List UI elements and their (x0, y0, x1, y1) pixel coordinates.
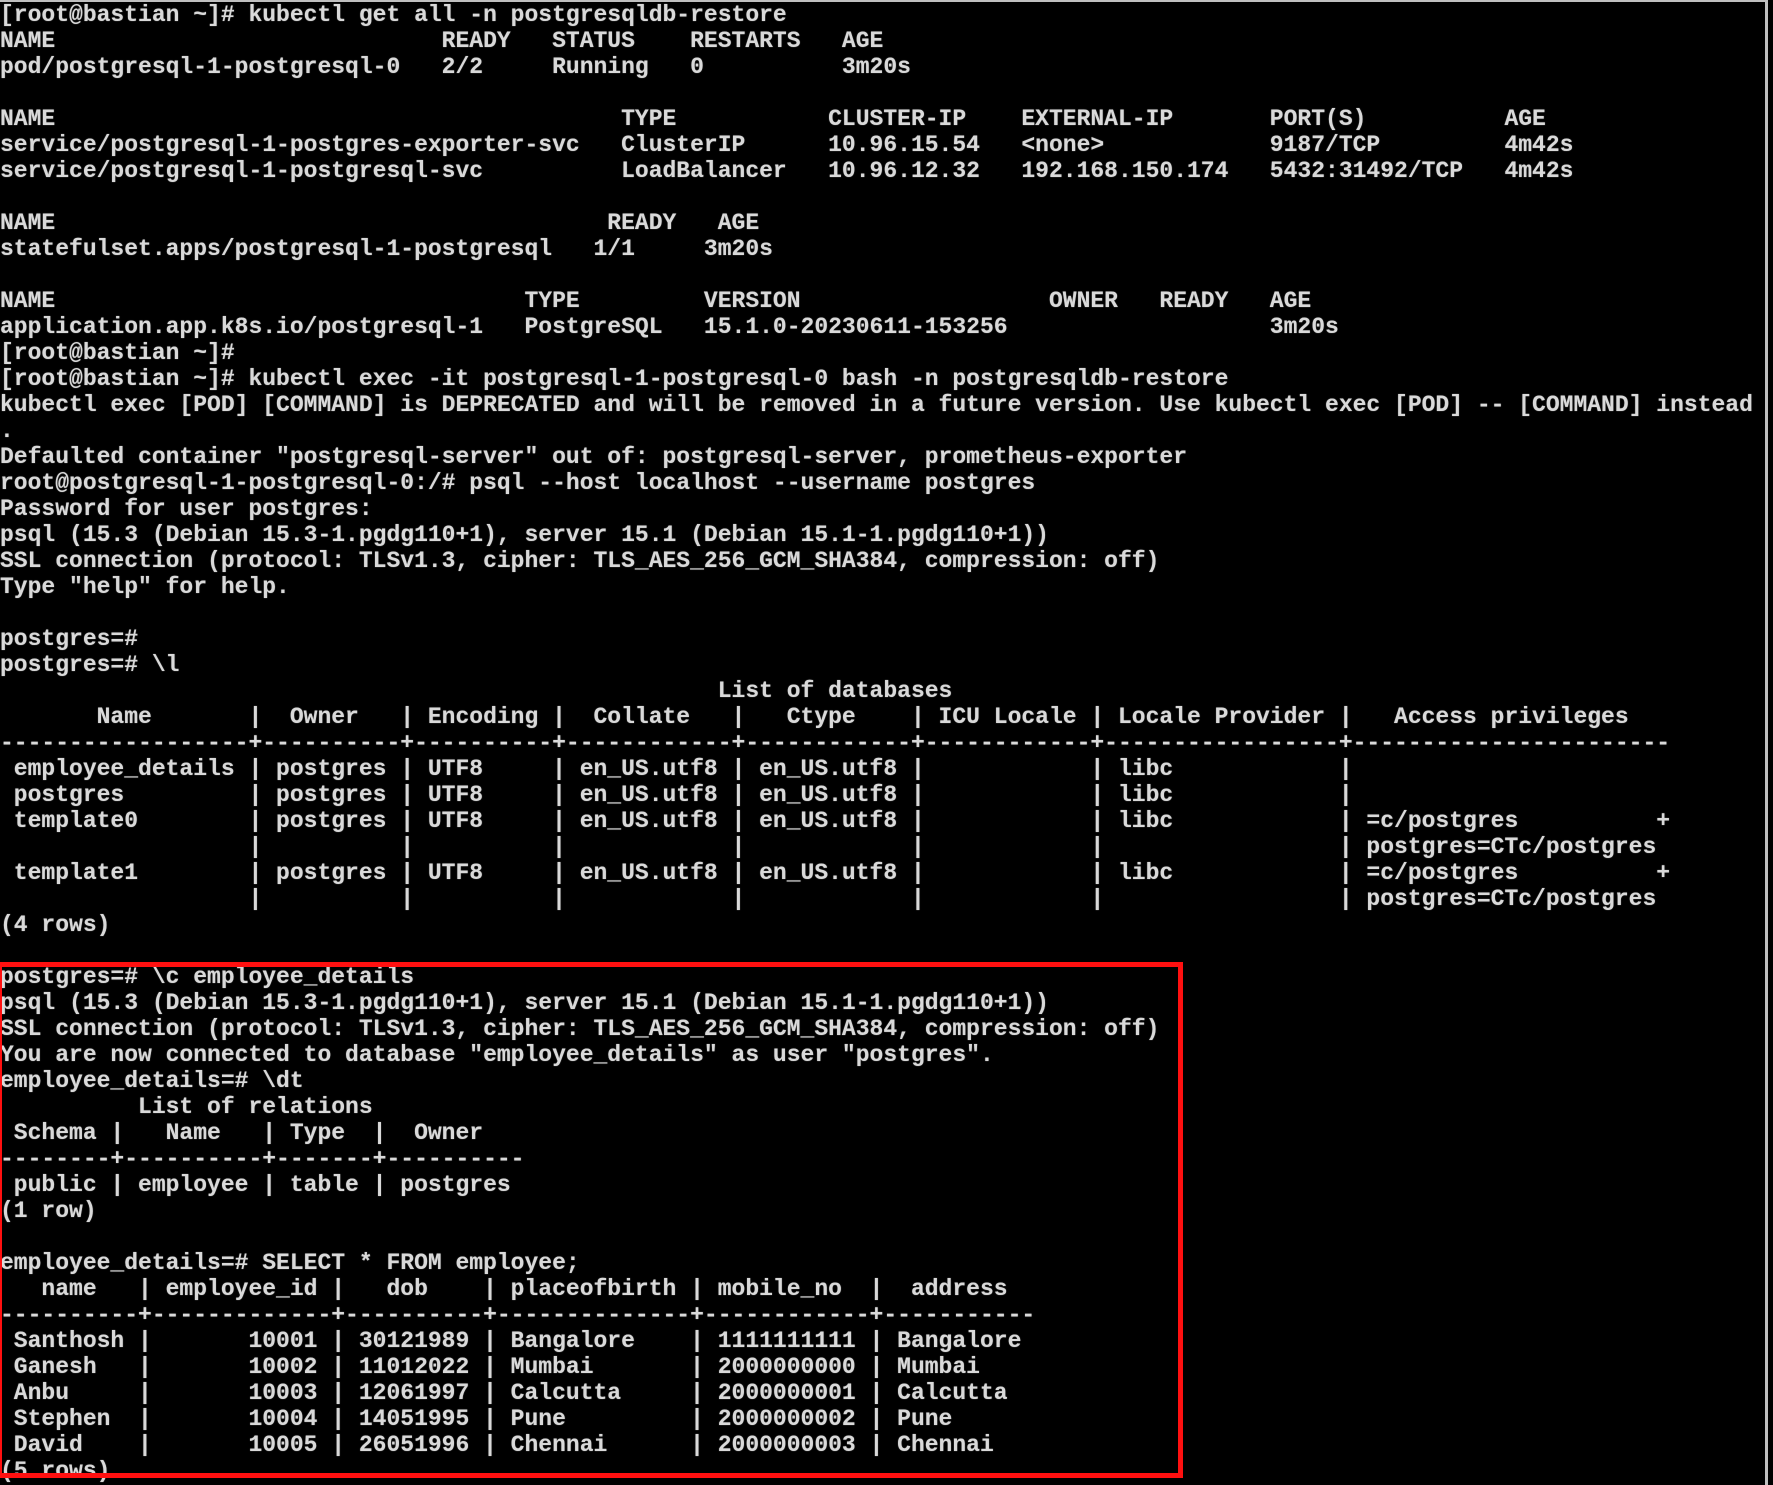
terminal-line: Defaulted container "postgresql-server" … (0, 444, 1187, 470)
terminal-line: NAME READY STATUS RESTARTS AGE (0, 28, 884, 54)
terminal-line: | | | | | | | postgres=CTc/postgres (0, 834, 1657, 860)
terminal-line: employee_details=# SELECT * FROM employe… (0, 1250, 580, 1276)
terminal-line: Schema | Name | Type | Owner (0, 1120, 484, 1146)
terminal-line: postgres=# (0, 626, 139, 652)
terminal-line: template0 | postgres | UTF8 | en_US.utf8… (0, 808, 1671, 834)
terminal-line: root@postgresql-1-postgresql-0:/# psql -… (0, 470, 1036, 496)
terminal-line: NAME TYPE CLUSTER-IP EXTERNAL-IP PORT(S)… (0, 106, 1546, 132)
terminal-line: postgres | postgres | UTF8 | en_US.utf8 … (0, 782, 1353, 808)
terminal-line: | | | | | | | postgres=CTc/postgres (0, 886, 1657, 912)
terminal-line: pod/postgresql-1-postgresql-0 2/2 Runnin… (0, 54, 911, 80)
terminal-line: . (0, 418, 14, 444)
terminal-line: (5 rows) (0, 1458, 111, 1484)
terminal-line: psql (15.3 (Debian 15.3-1.pgdg110+1), se… (0, 522, 1049, 548)
terminal-line: NAME TYPE VERSION OWNER READY AGE (0, 288, 1312, 314)
terminal-line: NAME READY AGE (0, 210, 760, 236)
terminal-line: (4 rows) (0, 912, 111, 938)
terminal-line: David | 10005 | 26051996 | Chennai | 200… (0, 1432, 994, 1458)
terminal-line: service/postgresql-1-postgresql-svc Load… (0, 158, 1574, 184)
terminal-line: ----------+-------------+----------+----… (0, 1302, 1036, 1328)
terminal-line: service/postgresql-1-postgres-exporter-s… (0, 132, 1574, 158)
terminal-line: Santhosh | 10001 | 30121989 | Bangalore … (0, 1328, 1022, 1354)
terminal-line: [root@bastian ~]# (0, 340, 235, 366)
terminal-line: List of relations (0, 1094, 373, 1120)
terminal-line: [root@bastian ~]# kubectl exec -it postg… (0, 366, 1229, 392)
terminal-line: Ganesh | 10002 | 11012022 | Mumbai | 200… (0, 1354, 980, 1380)
terminal-line: public | employee | table | postgres (0, 1172, 511, 1198)
terminal-line: psql (15.3 (Debian 15.3-1.pgdg110+1), se… (0, 990, 1049, 1016)
terminal-line: postgres=# \c employee_details (0, 964, 415, 990)
terminal-line: [root@bastian ~]# kubectl get all -n pos… (0, 2, 787, 28)
terminal-line: SSL connection (protocol: TLSv1.3, ciphe… (0, 1016, 1160, 1042)
terminal-window[interactable]: [root@bastian ~]# kubectl get all -n pos… (0, 0, 1768, 1485)
terminal-line: employee_details=# \dt (0, 1068, 304, 1094)
terminal-line: (1 row) (0, 1198, 97, 1224)
terminal-line: You are now connected to database "emplo… (0, 1042, 994, 1068)
terminal-line: statefulset.apps/postgresql-1-postgresql… (0, 236, 773, 262)
terminal-line: Anbu | 10003 | 12061997 | Calcutta | 200… (0, 1380, 1008, 1406)
terminal-line: kubectl exec [POD] [COMMAND] is DEPRECAT… (0, 392, 1753, 418)
terminal-line: name | employee_id | dob | placeofbirth … (0, 1276, 1008, 1302)
terminal-line: employee_details | postgres | UTF8 | en_… (0, 756, 1353, 782)
terminal-line: List of databases (0, 678, 953, 704)
terminal-line: SSL connection (protocol: TLSv1.3, ciphe… (0, 548, 1160, 574)
terminal-line: ------------------+----------+----------… (0, 730, 1671, 756)
terminal-line: template1 | postgres | UTF8 | en_US.utf8… (0, 860, 1671, 886)
terminal-line: application.app.k8s.io/postgresql-1 Post… (0, 314, 1339, 340)
terminal-line: Password for user postgres: (0, 496, 373, 522)
terminal-output: [root@bastian ~]# kubectl get all -n pos… (0, 2, 1765, 1484)
terminal-line: Name | Owner | Encoding | Collate | Ctyp… (0, 704, 1629, 730)
terminal-line: Type "help" for help. (0, 574, 290, 600)
terminal-line: postgres=# \l (0, 652, 180, 678)
terminal-line: Stephen | 10004 | 14051995 | Pune | 2000… (0, 1406, 953, 1432)
terminal-line: --------+----------+-------+---------- (0, 1146, 525, 1172)
